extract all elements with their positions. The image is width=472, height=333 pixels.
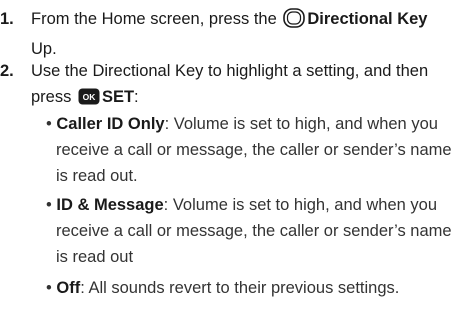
- option-term: Off: [56, 279, 81, 297]
- option-line: receive a call or message, the caller or…: [56, 222, 452, 240]
- step-text: Use the Directional Key to highlight a s…: [31, 58, 469, 113]
- step-text-pre: From the Home screen, press the: [31, 10, 277, 28]
- option-term: Caller ID Only: [56, 115, 165, 133]
- option-desc: : Volume is set to high, and when you: [163, 196, 438, 214]
- option-term: ID & Message: [56, 196, 164, 214]
- step-text: From the Home screen, press the Directio…: [31, 6, 469, 62]
- step-text-post: :: [134, 88, 139, 106]
- step-line: press OK SET:: [31, 84, 469, 113]
- step-line: Use the Directional Key to highlight a s…: [31, 62, 429, 80]
- step-number: 1.: [0, 10, 14, 28]
- directional-key-label: Directional Key: [307, 10, 428, 28]
- step-number: 2.: [0, 62, 14, 80]
- ok-key-label: OK: [83, 92, 97, 102]
- option-caller-id-only: • Caller ID Only: Volume is set to high,…: [46, 111, 466, 189]
- option-desc: : Volume is set to high, and when you: [164, 115, 438, 133]
- option-line: • ID & Message: Volume is set to high, a…: [46, 192, 466, 218]
- bullet-glyph: •: [46, 196, 52, 214]
- option-line: • Caller ID Only: Volume is set to high,…: [46, 111, 466, 137]
- step-text-pre: press: [31, 88, 72, 106]
- directional-key-icon: [283, 8, 306, 36]
- option-off: • Off: All sounds revert to their previo…: [46, 275, 466, 301]
- step-line: From the Home screen, press the Directio…: [31, 6, 469, 36]
- option-line: receive a call or message, the caller or…: [56, 141, 452, 159]
- option-desc: : All sounds revert to their previous se…: [80, 279, 400, 297]
- option-line: • Off: All sounds revert to their previo…: [46, 275, 466, 301]
- option-id-and-message: • ID & Message: Volume is set to high, a…: [46, 192, 466, 270]
- option-line: is read out: [56, 248, 134, 266]
- option-line: is read out.: [56, 167, 138, 185]
- bullet-glyph: •: [46, 279, 52, 297]
- manual-page: 1. From the Home screen, press the Direc…: [0, 0, 472, 333]
- set-key-label: SET: [101, 88, 135, 106]
- ok-key-icon: OK: [78, 87, 100, 113]
- bullet-glyph: •: [46, 115, 52, 133]
